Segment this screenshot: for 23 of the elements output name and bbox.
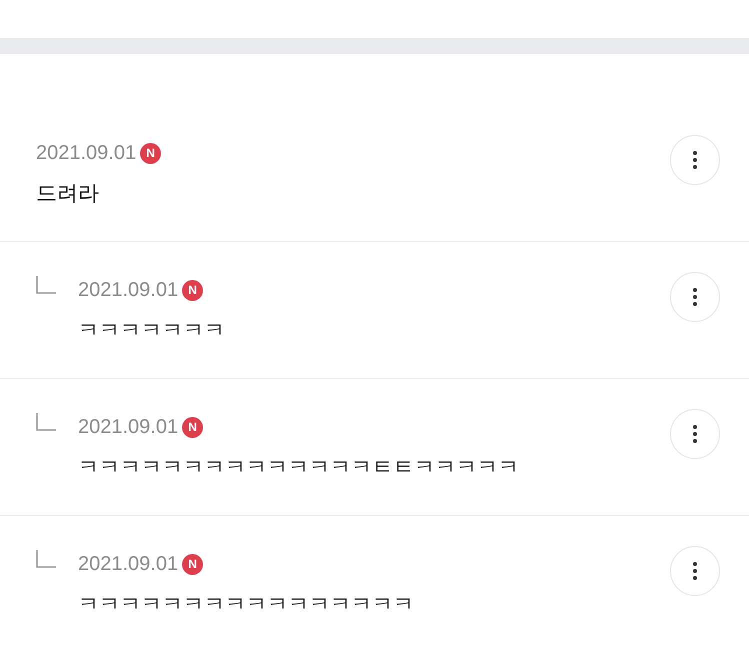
reply-corner-icon [36, 413, 56, 431]
comment-date: 2021.09.01 [36, 141, 136, 165]
new-badge: N [182, 416, 204, 438]
new-badge: N [182, 554, 204, 574]
vertical-dots-icon [693, 288, 697, 306]
comment-text: ㅋㅋㅋㅋㅋㅋㅋ [78, 319, 225, 343]
comment-date: 2021.09.01 [78, 552, 178, 576]
new-badge: N [182, 280, 204, 300]
reply-corner-icon [36, 276, 56, 294]
comment-text: 드려라 [36, 182, 99, 206]
more-button[interactable] [670, 135, 720, 185]
new-badge: N [140, 142, 162, 164]
vertical-dots-icon [693, 425, 697, 443]
more-button[interactable] [670, 272, 720, 322]
comment-date: 2021.09.01 [78, 415, 178, 439]
more-button[interactable] [670, 409, 720, 459]
vertical-dots-icon [693, 151, 697, 169]
reply-corner-icon [36, 550, 56, 568]
vertical-dots-icon [693, 562, 697, 580]
comment-date: 2021.09.01 [78, 278, 178, 302]
comment-text: ㅋㅋㅋㅋㅋㅋㅋㅋㅋㅋㅋㅋㅋㅋㅌㅌㅋㅋㅋㅋㅋ [78, 456, 519, 480]
more-button[interactable] [670, 546, 720, 596]
comment-text: ㅋㅋㅋㅋㅋㅋㅋㅋㅋㅋㅋㅋㅋㅋㅋㅋ [78, 593, 414, 617]
